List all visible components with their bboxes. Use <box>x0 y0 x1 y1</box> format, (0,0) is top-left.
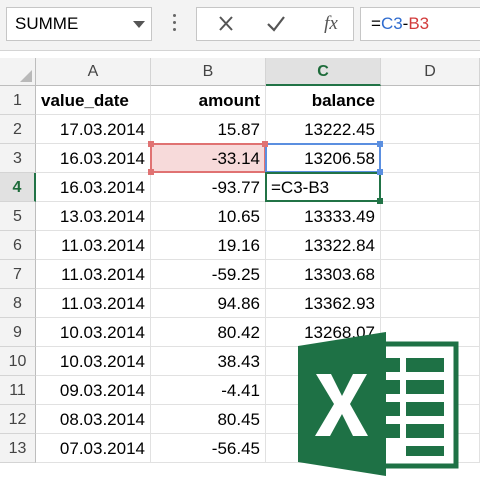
cell-b8[interactable]: 94.86 <box>151 289 266 318</box>
row-header-6[interactable]: 6 <box>0 231 36 260</box>
formula-input[interactable]: =C3-B3 <box>360 7 480 41</box>
resize-handle[interactable] <box>377 169 383 175</box>
cell-d7[interactable] <box>381 260 480 289</box>
cell-b4[interactable]: -93.77 <box>151 173 266 202</box>
resize-handle[interactable] <box>148 141 154 147</box>
excel-logo-icon <box>298 332 459 476</box>
formula-bar: SUMME fx =C3-B3 <box>0 0 480 51</box>
cell-a4[interactable]: 16.03.2014 <box>36 173 151 202</box>
select-all-button[interactable] <box>0 58 36 86</box>
cell-c7[interactable]: 13303.68 <box>266 260 381 289</box>
cell-a10[interactable]: 10.03.2014 <box>36 347 151 376</box>
cell-d3[interactable] <box>381 144 480 173</box>
enter-check-icon[interactable] <box>261 11 291 37</box>
cell-a3[interactable]: 16.03.2014 <box>36 144 151 173</box>
cell-b6[interactable]: 19.16 <box>151 231 266 260</box>
cell-a11[interactable]: 09.03.2014 <box>36 376 151 405</box>
cell-a1[interactable]: value_date <box>36 86 151 115</box>
cell-c4[interactable]: =C3-B3 <box>266 173 381 202</box>
insert-function-icon[interactable]: fx <box>315 10 347 38</box>
column-header-c[interactable]: C <box>266 58 381 86</box>
row-header-5[interactable]: 5 <box>0 202 36 231</box>
cell-a8[interactable]: 11.03.2014 <box>36 289 151 318</box>
cell-b1[interactable]: amount <box>151 86 266 115</box>
cell-a2[interactable]: 17.03.2014 <box>36 115 151 144</box>
row-header-11[interactable]: 11 <box>0 376 36 405</box>
row-header-2[interactable]: 2 <box>0 115 36 144</box>
row-header-9[interactable]: 9 <box>0 318 36 347</box>
cell-b11[interactable]: -4.41 <box>151 376 266 405</box>
row-header-4[interactable]: 4 <box>0 173 36 202</box>
cell-d4[interactable] <box>381 173 480 202</box>
cell-a12[interactable]: 08.03.2014 <box>36 405 151 434</box>
cell-c8[interactable]: 13362.93 <box>266 289 381 318</box>
cell-c2[interactable]: 13222.45 <box>266 115 381 144</box>
cell-a6[interactable]: 11.03.2014 <box>36 231 151 260</box>
fill-handle[interactable] <box>377 198 383 204</box>
row-header-13[interactable]: 13 <box>0 434 36 463</box>
cell-d1[interactable] <box>381 86 480 115</box>
name-box-value: SUMME <box>15 14 79 33</box>
cell-d8[interactable] <box>381 289 480 318</box>
cell-a9[interactable]: 10.03.2014 <box>36 318 151 347</box>
formula-prefix: = <box>371 14 381 33</box>
cell-b2[interactable]: 15.87 <box>151 115 266 144</box>
chevron-down-icon[interactable] <box>133 21 145 28</box>
cell-b9[interactable]: 80.42 <box>151 318 266 347</box>
cell-b7[interactable]: -59.25 <box>151 260 266 289</box>
cell-b10[interactable]: 38.43 <box>151 347 266 376</box>
row-header-12[interactable]: 12 <box>0 405 36 434</box>
cell-a5[interactable]: 13.03.2014 <box>36 202 151 231</box>
cell-b13[interactable]: -56.45 <box>151 434 266 463</box>
row-header-3[interactable]: 3 <box>0 144 36 173</box>
cell-a7[interactable]: 11.03.2014 <box>36 260 151 289</box>
formula-buttons: fx <box>196 7 354 41</box>
row-header-8[interactable]: 8 <box>0 289 36 318</box>
formula-ref-c3: C3 <box>380 14 403 33</box>
resize-handle[interactable] <box>148 169 154 175</box>
cell-c5[interactable]: 13333.49 <box>266 202 381 231</box>
column-header-d[interactable]: D <box>381 58 480 86</box>
row-header-10[interactable]: 10 <box>0 347 36 376</box>
resize-handle[interactable] <box>262 141 268 147</box>
cell-c1[interactable]: balance <box>266 86 381 115</box>
more-options-icon[interactable] <box>170 12 178 36</box>
column-header-a[interactable]: A <box>36 58 151 86</box>
cell-c6[interactable]: 13322.84 <box>266 231 381 260</box>
cancel-icon[interactable] <box>211 11 241 37</box>
formula-ref-b3: B3 <box>408 14 430 33</box>
column-header-b[interactable]: B <box>151 58 266 86</box>
cell-b5[interactable]: 10.65 <box>151 202 266 231</box>
cell-a13[interactable]: 07.03.2014 <box>36 434 151 463</box>
cell-b12[interactable]: 80.45 <box>151 405 266 434</box>
cell-d2[interactable] <box>381 115 480 144</box>
name-box[interactable]: SUMME <box>6 7 152 41</box>
cell-b3[interactable]: -33.14 <box>151 144 266 173</box>
row-header-7[interactable]: 7 <box>0 260 36 289</box>
cell-d5[interactable] <box>381 202 480 231</box>
cell-c3[interactable]: 13206.58 <box>266 144 381 173</box>
cell-d6[interactable] <box>381 231 480 260</box>
resize-handle[interactable] <box>377 141 383 147</box>
row-header-1[interactable]: 1 <box>0 86 36 115</box>
